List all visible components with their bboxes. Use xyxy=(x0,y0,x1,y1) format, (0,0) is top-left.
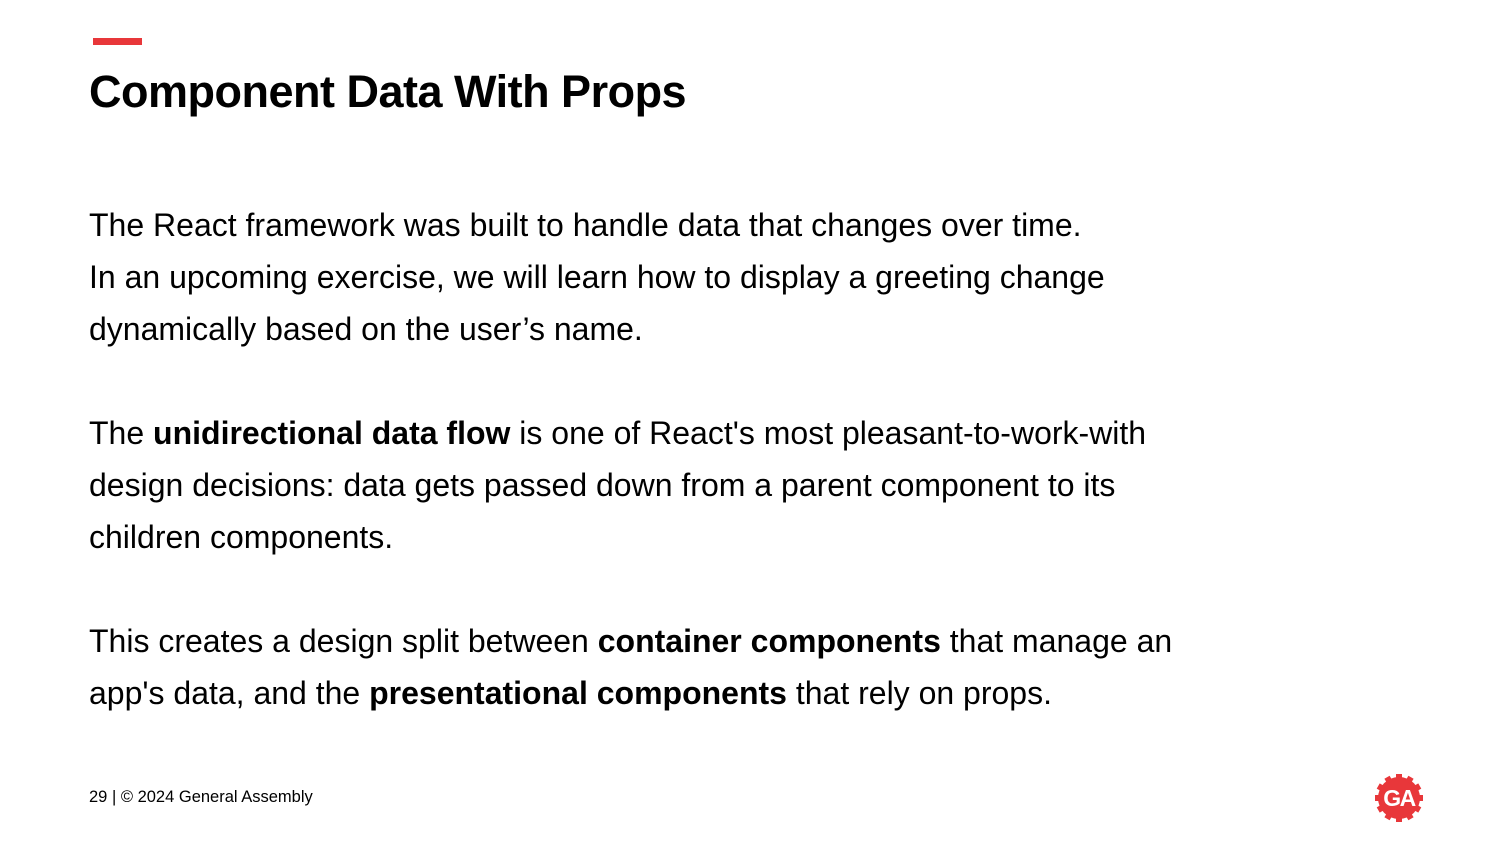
general-assembly-logo-icon: GA xyxy=(1375,774,1423,822)
slide-title: Component Data With Props xyxy=(89,66,687,117)
text-run: This creates a design split between xyxy=(89,623,598,659)
paragraph-unidirectional-flow: The unidirectional data flow is one of R… xyxy=(89,407,1389,563)
paragraph-line: In an upcoming exercise, we will learn h… xyxy=(89,259,1105,295)
bold-term-unidirectional-data-flow: unidirectional data flow xyxy=(153,415,511,451)
bold-term-container-components: container components xyxy=(597,623,941,659)
paragraph-line: This creates a design split between cont… xyxy=(89,615,1389,667)
paragraph-react-framework: The React framework was built to handle … xyxy=(89,199,1389,355)
slide-body: The React framework was built to handle … xyxy=(89,199,1389,719)
slide-footer: 29 | © 2024 General Assembly xyxy=(89,786,313,808)
text-run: that rely on props. xyxy=(786,675,1052,711)
paragraph-design-split: This creates a design split between cont… xyxy=(89,615,1389,719)
copyright-text: © 2024 General Assembly xyxy=(120,788,313,806)
text-run: The xyxy=(89,415,154,451)
footer-separator: | xyxy=(107,788,121,806)
title-accent-bar xyxy=(93,38,142,45)
paragraph-line: design decisions: data gets passed down … xyxy=(89,467,1116,503)
paragraph-line: children components. xyxy=(89,519,394,555)
logo-text: GA xyxy=(1383,785,1415,811)
slide: Component Data With Props The React fram… xyxy=(0,0,1500,844)
paragraph-line: app's data, and the presentational compo… xyxy=(89,667,1389,719)
page-number: 29 xyxy=(89,788,108,806)
paragraph-line: The unidirectional data flow is one of R… xyxy=(89,407,1389,459)
paragraph-line: The React framework was built to handle … xyxy=(89,207,1082,243)
text-run: that manage an xyxy=(940,623,1173,659)
bold-term-presentational-components: presentational components xyxy=(369,675,787,711)
paragraph-line: dynamically based on the user’s name. xyxy=(89,311,643,347)
text-run: is one of React's most pleasant-to-work-… xyxy=(510,415,1147,451)
text-run: app's data, and the xyxy=(89,675,370,711)
